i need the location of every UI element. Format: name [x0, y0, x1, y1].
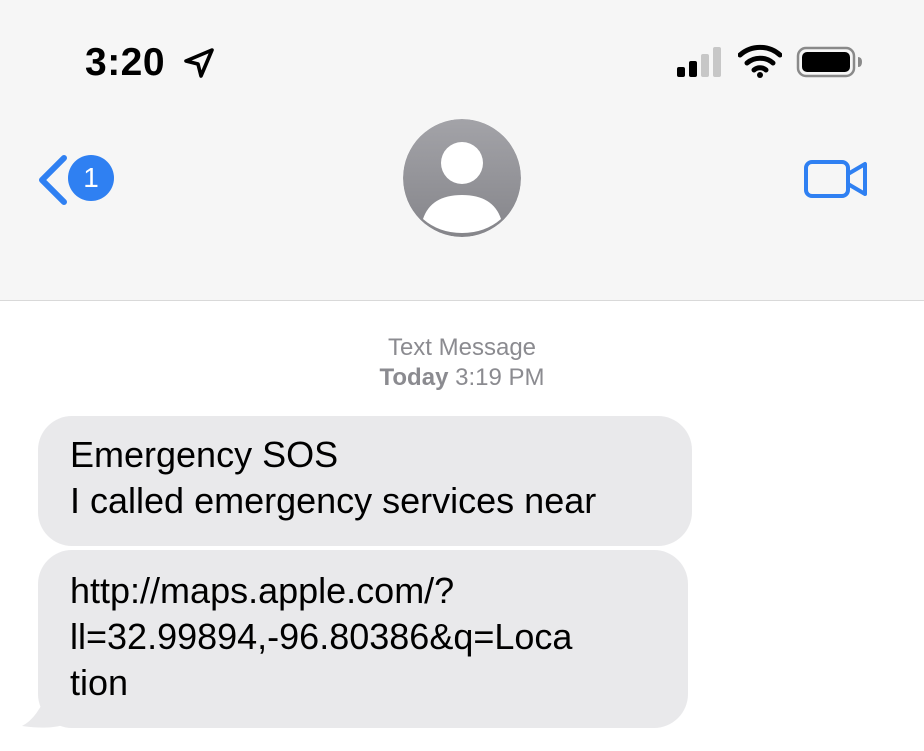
message-link-line[interactable]: ll=32.99894,-96.80386&q=Loca [70, 614, 656, 660]
service-label: Text Message [387, 334, 537, 361]
chevron-left-icon [39, 155, 67, 205]
message-bubble[interactable]: Emergency SOS I called emergency service… [38, 416, 692, 546]
wifi-icon [738, 44, 782, 78]
message-link-line[interactable]: tion [70, 660, 656, 706]
message-link-line[interactable]: http://maps.apple.com/? [70, 568, 656, 614]
contact-avatar[interactable] [403, 119, 521, 237]
status-time: 3:20 [85, 41, 166, 84]
back-button[interactable]: 1 [34, 150, 120, 210]
location-arrow-icon [184, 48, 214, 78]
message-bubble-link[interactable]: http://maps.apple.com/? ll=32.99894,-96.… [38, 550, 688, 728]
message-text-line: Emergency SOS [70, 434, 339, 475]
battery-icon [796, 46, 862, 78]
unread-count-badge: 1 [68, 155, 114, 201]
message-timestamp: Text Message Today 3:19 PM [0, 333, 924, 393]
time-label: 3:19 PM [455, 364, 545, 391]
cellular-signal-icon [677, 47, 721, 77]
day-label: Today [379, 364, 449, 391]
date-time-label: Today 3:19 PM [0, 363, 924, 393]
video-call-button[interactable] [803, 156, 869, 202]
video-camera-icon [804, 160, 867, 198]
person-silhouette-icon [403, 119, 521, 237]
message-text-line: I called emergency services near [70, 480, 597, 521]
conversation-header: 3:20 1 [0, 0, 924, 301]
